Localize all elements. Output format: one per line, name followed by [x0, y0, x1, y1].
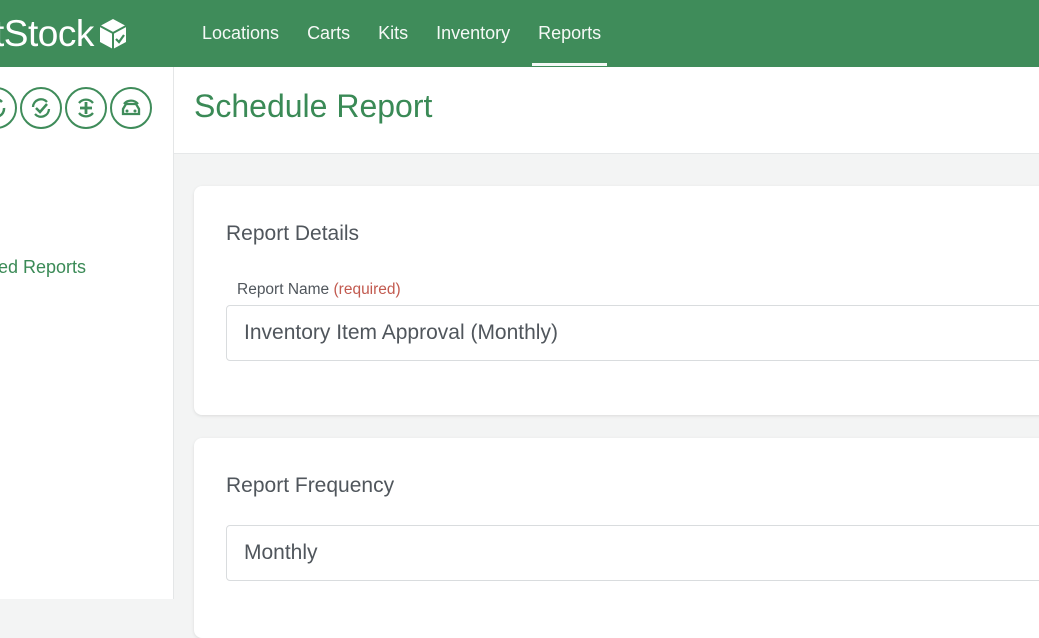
brand-logo[interactable]: tStock — [0, 12, 128, 56]
nav-label: Locations — [202, 23, 280, 43]
top-navbar: tStock Locations Carts Kits Inventory Re… — [0, 0, 1039, 67]
nav-label: Kits — [378, 23, 409, 43]
box-check-icon — [98, 17, 128, 51]
page-title: Schedule Report — [194, 88, 433, 124]
nav-label: Reports — [538, 23, 602, 43]
nav-inventory[interactable]: Inventory — [422, 0, 524, 67]
main-nav: Locations Carts Kits Inventory Reports — [188, 0, 615, 67]
brand-name: tStock — [0, 13, 94, 54]
report-name-input[interactable]: Inventory Item Approval (Monthly) — [226, 305, 1039, 361]
report-details-card: Report Details Report Name (required) In… — [194, 186, 1039, 415]
nav-label: Inventory — [436, 23, 511, 43]
required-indicator: (required) — [333, 281, 401, 298]
frequency-select[interactable]: Monthly — [226, 525, 1039, 581]
sync-partial-icon[interactable] — [0, 87, 17, 129]
report-name-label: Report Name (required) — [237, 281, 401, 299]
nav-locations[interactable]: Locations — [188, 0, 293, 67]
nav-carts[interactable]: Carts — [293, 0, 364, 67]
sidebar: led Reports — [0, 67, 174, 599]
nav-kits[interactable]: Kits — [364, 0, 422, 67]
refresh-check-icon[interactable] — [20, 87, 62, 129]
vehicle-icon[interactable] — [110, 87, 152, 129]
nav-reports[interactable]: Reports — [524, 0, 615, 67]
sidebar-icon-row — [0, 87, 152, 129]
nav-label: Carts — [307, 23, 351, 43]
add-circle-icon[interactable] — [65, 87, 107, 129]
sidebar-item-scheduled-reports[interactable]: led Reports — [0, 257, 86, 278]
report-frequency-card: Report Frequency Monthly — [194, 438, 1039, 638]
card-title: Report Details — [226, 222, 360, 245]
page-header: Schedule Report — [174, 67, 1039, 154]
card-title: Report Frequency — [226, 474, 395, 497]
report-name-label-text: Report Name — [237, 281, 330, 298]
